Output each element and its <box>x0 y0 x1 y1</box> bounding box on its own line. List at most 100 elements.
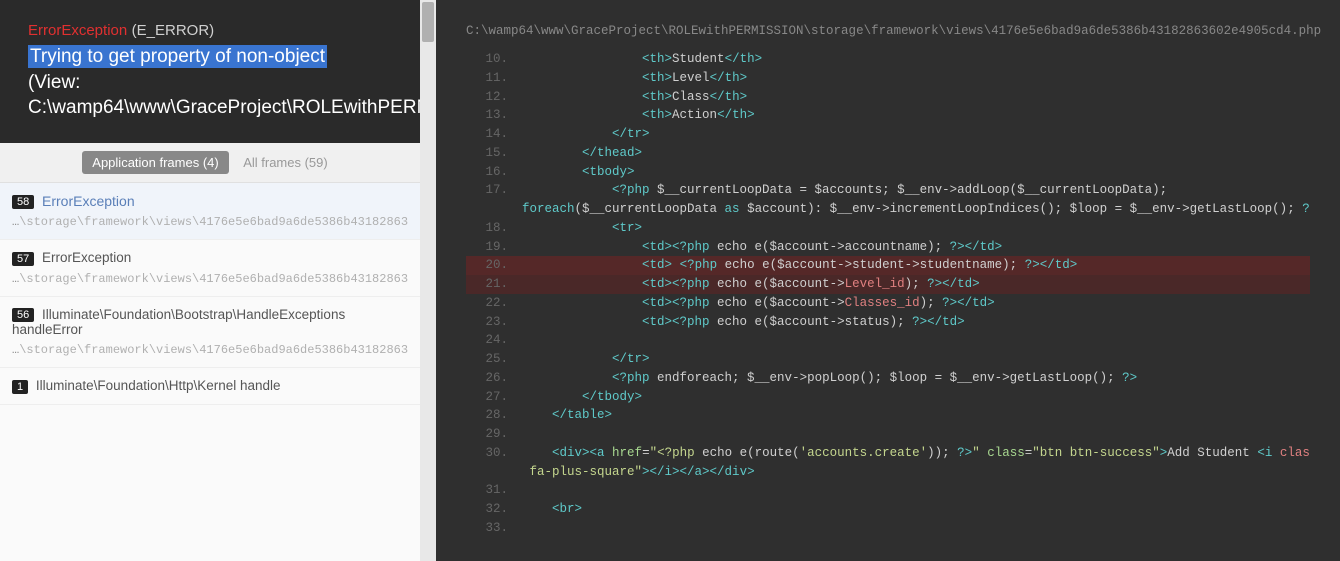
frame-badge: 58 <box>12 195 34 209</box>
line-number: 19. <box>466 238 522 257</box>
line-content: foreach($__currentLoopData as $account):… <box>522 200 1310 219</box>
code-line: 31. <box>466 481 1310 500</box>
line-content: </tbody> <box>522 388 1310 407</box>
line-number: 15. <box>466 144 522 163</box>
line-number: 20. <box>466 256 522 275</box>
line-number <box>466 200 522 219</box>
left-scrollbar[interactable] <box>420 0 436 561</box>
code-line: 28. </table> <box>466 406 1310 425</box>
frame-badge: 56 <box>12 308 34 322</box>
frame-item[interactable]: 58 ErrorException …\storage\framework\vie… <box>0 183 420 240</box>
line-number: 18. <box>466 219 522 238</box>
exception-class: ErrorException <box>28 22 127 39</box>
frame-item[interactable]: 56 Illuminate\Foundation\Bootstrap\Handl… <box>0 297 420 368</box>
line-content: <th>Action</th> <box>522 106 1310 125</box>
line-number: 16. <box>466 163 522 182</box>
line-content <box>522 481 1310 500</box>
frames-list: 58 ErrorException …\storage\framework\vie… <box>0 183 420 405</box>
code-line: 17. <?php $__currentLoopData = $accounts… <box>466 181 1310 200</box>
line-number: 11. <box>466 69 522 88</box>
frame-badge: 1 <box>12 380 28 394</box>
frame-tabs: Application frames (4) All frames (59) <box>0 143 420 183</box>
line-number: 17. <box>466 181 522 200</box>
line-number: 12. <box>466 88 522 107</box>
line-content: <?php endforeach; $__env->popLoop(); $lo… <box>522 369 1310 388</box>
line-content <box>522 519 1310 538</box>
code-line: 13. <th>Action</th> <box>466 106 1310 125</box>
line-number: 25. <box>466 350 522 369</box>
line-content: <th>Student</th> <box>522 50 1310 69</box>
line-content: <th>Class</th> <box>522 88 1310 107</box>
code-line: 15. </thead> <box>466 144 1310 163</box>
code-line: 27. </tbody> <box>466 388 1310 407</box>
code-line: 32. <br> <box>466 500 1310 519</box>
code-line: 11. <th>Level</th> <box>466 69 1310 88</box>
line-number: 26. <box>466 369 522 388</box>
right-panel: C:\wamp64\www\GraceProject\ROLEwithPERMI… <box>436 0 1340 561</box>
code-line: 18. <tr> <box>466 219 1310 238</box>
line-content: <div><a href="<?php echo e(route('accoun… <box>522 444 1310 463</box>
frame-path: …\storage\framework\views\4176e5e6bad9a6… <box>12 272 408 286</box>
line-content: <td><?php echo e($account->Classes_id); … <box>522 294 1310 313</box>
line-content: <th>Level</th> <box>522 69 1310 88</box>
exception-view-path: C:\wamp64\www\GraceProject\ROLEwithPERMI… <box>28 97 420 118</box>
code-block: 10. <th>Student</th>11. <th>Level</th>12… <box>466 50 1310 538</box>
code-line: 19. <td><?php echo e($account->accountna… <box>466 238 1310 257</box>
frame-class: ErrorException <box>42 193 135 209</box>
line-number: 21. <box>466 275 522 294</box>
code-line: 20. <td> <?php echo e($account->student-… <box>466 256 1310 275</box>
exception-code: (E_ERROR) <box>132 22 215 39</box>
code-line: fa-plus-square"></i></a></div> <box>466 463 1310 482</box>
frame-item[interactable]: 57 ErrorException …\storage\framework\vie… <box>0 240 420 296</box>
line-content: </thead> <box>522 144 1310 163</box>
line-number: 30. <box>466 444 522 463</box>
line-content <box>522 425 1310 444</box>
line-content: <td> <?php echo e($account->student->stu… <box>522 256 1310 275</box>
code-line: 16. <tbody> <box>466 163 1310 182</box>
line-number: 33. <box>466 519 522 538</box>
code-line: 33. <box>466 519 1310 538</box>
line-number: 23. <box>466 313 522 332</box>
line-number: 31. <box>466 481 522 500</box>
frame-class: Illuminate\Foundation\Bootstrap\HandleEx… <box>12 307 345 337</box>
code-line: 26. <?php endforeach; $__env->popLoop();… <box>466 369 1310 388</box>
line-content: <td><?php echo e($account->Level_id); ?>… <box>522 275 1310 294</box>
code-line: 25. </tr> <box>466 350 1310 369</box>
frame-path: …\storage\framework\views\4176e5e6bad9a6… <box>12 215 408 229</box>
frame-path: …\storage\framework\views\4176e5e6bad9a6… <box>12 343 408 357</box>
code-line: 21. <td><?php echo e($account->Level_id)… <box>466 275 1310 294</box>
line-content: <?php $__currentLoopData = $accounts; $_… <box>522 181 1310 200</box>
line-content: <tbody> <box>522 163 1310 182</box>
line-content: </tr> <box>522 350 1310 369</box>
line-number: 13. <box>466 106 522 125</box>
code-line: 14. </tr> <box>466 125 1310 144</box>
line-number: 28. <box>466 406 522 425</box>
exception-view-prefix: (View: <box>28 72 80 93</box>
exception-message-highlight: Trying to get property of non-object <box>28 45 327 68</box>
code-line: 24. <box>466 331 1310 350</box>
line-content: </tr> <box>522 125 1310 144</box>
tab-all-frames[interactable]: All frames (59) <box>233 151 338 174</box>
tab-app-frames[interactable]: Application frames (4) <box>82 151 228 174</box>
code-line: 29. <box>466 425 1310 444</box>
line-content: <tr> <box>522 219 1310 238</box>
line-number: 24. <box>466 331 522 350</box>
frame-class: Illuminate\Foundation\Http\Kernel handle <box>36 378 281 393</box>
exception-header: ErrorException (E_ERROR) Trying to get p… <box>0 0 420 143</box>
line-content: <br> <box>522 500 1310 519</box>
code-line: 12. <th>Class</th> <box>466 88 1310 107</box>
line-content: fa-plus-square"></i></a></div> <box>522 463 1310 482</box>
exception-message: Trying to get property of non-object (Vi… <box>28 44 392 121</box>
frame-item[interactable]: 1 Illuminate\Foundation\Http\Kernel hand… <box>0 368 420 404</box>
code-line: foreach($__currentLoopData as $account):… <box>466 200 1310 219</box>
frame-class: ErrorException <box>42 250 131 265</box>
line-number: 10. <box>466 50 522 69</box>
line-number: 32. <box>466 500 522 519</box>
line-number: 14. <box>466 125 522 144</box>
code-line: 10. <th>Student</th> <box>466 50 1310 69</box>
code-line: 22. <td><?php echo e($account->Classes_i… <box>466 294 1310 313</box>
code-line: 23. <td><?php echo e($account->status); … <box>466 313 1310 332</box>
frame-badge: 57 <box>12 252 34 266</box>
left-panel: ErrorException (E_ERROR) Trying to get p… <box>0 0 420 561</box>
scrollbar-thumb[interactable] <box>422 2 434 42</box>
